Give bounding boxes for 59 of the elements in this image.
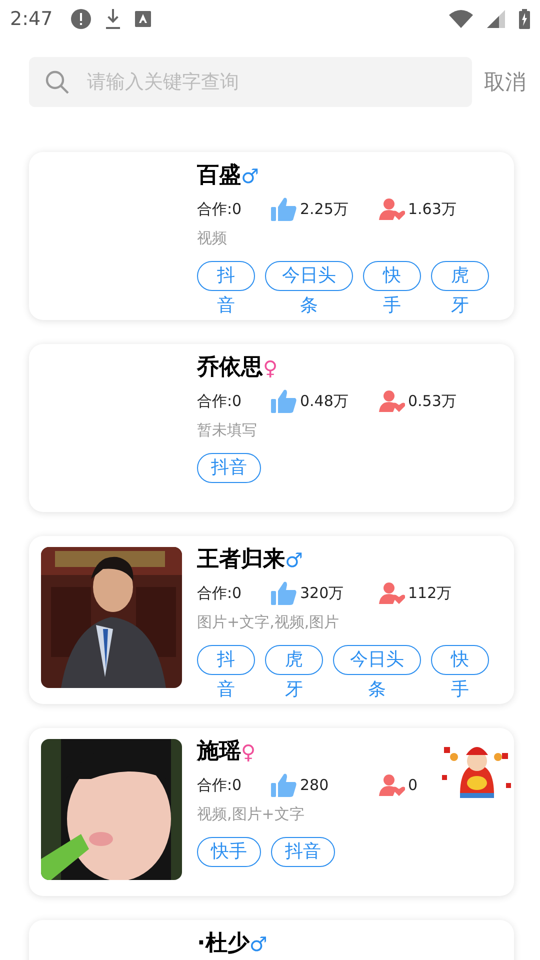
fans-icon bbox=[379, 390, 405, 412]
platform-tag[interactable]: 抖音 bbox=[271, 837, 335, 867]
fans-count: 112万 bbox=[408, 584, 452, 602]
platform-tag[interactable]: 今日头条 bbox=[333, 645, 421, 705]
user-name: 乔依思 bbox=[197, 355, 263, 381]
wifi-icon bbox=[449, 10, 473, 28]
thumbs-up-icon bbox=[271, 197, 297, 221]
platform-tag[interactable]: 虎牙 bbox=[265, 645, 323, 705]
content-types: 视频,图片+文字 bbox=[197, 805, 306, 824]
thumbs-up-icon bbox=[271, 389, 297, 413]
gender-symbol: ♂ bbox=[241, 164, 259, 188]
user-name: ·杜少 bbox=[197, 931, 250, 957]
platform-tag[interactable]: 抖音 bbox=[197, 261, 255, 321]
user-card[interactable]: ·杜少♂ bbox=[29, 920, 514, 960]
user-card[interactable]: 王者归来♂ 合作:0 320万 112万 图片+文字,视频,图片 抖音 虎牙 今日头条 快手 bbox=[29, 536, 514, 704]
gender-symbol: ♀ bbox=[241, 740, 256, 764]
status-time: 2:47 bbox=[10, 8, 53, 30]
platform-tag[interactable]: 快手 bbox=[363, 261, 421, 321]
fans-count: 0.53万 bbox=[408, 392, 456, 410]
signal-icon bbox=[487, 10, 505, 28]
likes-count: 280 bbox=[300, 776, 329, 794]
platform-tag[interactable]: 快手 bbox=[197, 837, 261, 867]
font-icon bbox=[134, 11, 151, 27]
user-card[interactable]: 施瑶♀ 合作:0 280 0 视频,图片+文字 快手 抖音 bbox=[29, 728, 514, 896]
likes-count: 2.25万 bbox=[300, 200, 348, 218]
content-types: 暂未填写 bbox=[197, 421, 258, 440]
fans-count: 1.63万 bbox=[408, 200, 456, 218]
fans-count: 0 bbox=[408, 776, 418, 794]
alert-icon bbox=[70, 9, 91, 29]
thumbs-up-icon bbox=[271, 773, 297, 797]
user-card[interactable]: 乔依思♀ 合作:0 0.48万 0.53万 暂未填写 抖音 bbox=[29, 344, 514, 512]
likes-count: 320万 bbox=[300, 584, 344, 602]
cancel-button[interactable]: 取消 bbox=[484, 68, 526, 96]
cooperation-count: 合作:0 bbox=[197, 776, 243, 794]
thumbs-up-icon bbox=[271, 581, 297, 605]
fans-icon bbox=[379, 774, 405, 796]
platform-tag[interactable]: 抖音 bbox=[197, 453, 261, 483]
content-types: 视频 bbox=[197, 229, 228, 248]
cooperation-count: 合作:0 bbox=[197, 584, 243, 602]
search-field[interactable]: 请输入关键字查询 bbox=[29, 57, 472, 107]
platform-tag[interactable]: 快手 bbox=[431, 645, 489, 705]
user-name: 百盛 bbox=[197, 163, 241, 189]
fans-icon bbox=[379, 198, 405, 220]
gender-symbol: ♂ bbox=[285, 548, 303, 572]
platform-tag[interactable]: 抖音 bbox=[197, 645, 255, 705]
platform-tag[interactable]: 今日头条 bbox=[265, 261, 353, 321]
gender-symbol: ♀ bbox=[263, 356, 278, 380]
gender-symbol: ♂ bbox=[249, 932, 268, 956]
user-name: 王者归来 bbox=[197, 547, 285, 573]
content-types: 图片+文字,视频,图片 bbox=[197, 613, 340, 632]
fans-icon bbox=[379, 582, 405, 604]
likes-count: 0.48万 bbox=[300, 392, 348, 410]
cooperation-count: 合作:0 bbox=[197, 392, 243, 410]
platform-tag[interactable]: 虎牙 bbox=[431, 261, 489, 321]
user-name: 施瑶 bbox=[197, 739, 241, 765]
download-icon bbox=[104, 9, 121, 29]
battery-icon bbox=[519, 9, 530, 29]
cooperation-count: 合作:0 bbox=[197, 200, 243, 218]
user-card[interactable]: 百盛♂ 合作:0 2.25万 1.63万 视频 抖音 今日头条 快手 虎牙 bbox=[29, 152, 514, 320]
